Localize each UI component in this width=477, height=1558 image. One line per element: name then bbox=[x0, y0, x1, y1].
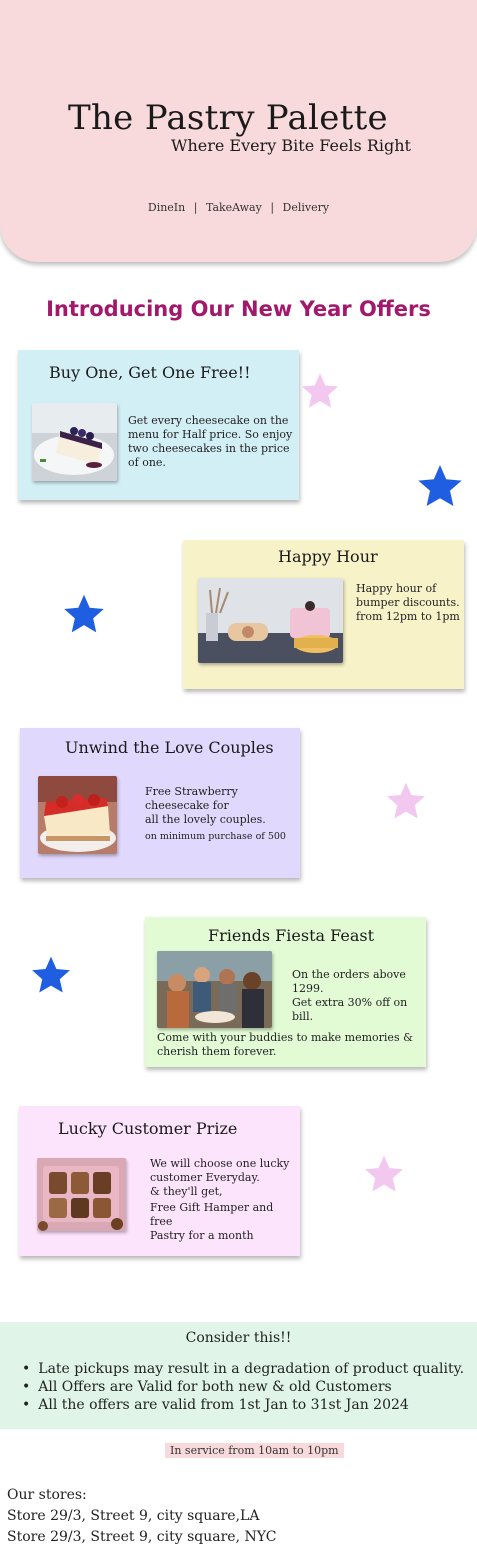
terms-heading: Consider this!! bbox=[185, 1330, 292, 1346]
service-options: DineIn | TakeAway | Delivery bbox=[0, 201, 477, 214]
offer-card-happy-hour[interactable]: Happy Hour Happy hour of bumper discount… bbox=[183, 540, 464, 689]
offer-card-couples[interactable]: Unwind the Love Couples Free Strawberry … bbox=[20, 728, 300, 878]
star-icon bbox=[363, 1153, 405, 1195]
blueberry-cheesecake-image bbox=[32, 403, 117, 481]
offers-heading: Introducing Our New Year Offers bbox=[46, 297, 431, 321]
gift-hamper-image bbox=[37, 1158, 126, 1231]
terms-item: All the offers are valid from 1st Jan to… bbox=[22, 1396, 464, 1414]
offer-title: Friends Fiesta Feast bbox=[208, 926, 375, 945]
offer-title: Buy One, Get One Free!! bbox=[49, 363, 251, 382]
offer-description: Get every cheesecake on the menu for Hal… bbox=[128, 414, 293, 469]
offer-description: Free Strawberry cheesecake for all the l… bbox=[145, 785, 266, 826]
offer-card-friends[interactable]: Friends Fiesta Feast On the orders above… bbox=[145, 917, 426, 1067]
service-separator: | bbox=[193, 201, 198, 214]
star-icon bbox=[385, 780, 427, 822]
star-icon bbox=[62, 592, 106, 636]
terms-list: Late pickups may result in a degradation… bbox=[22, 1360, 464, 1414]
offer-title: Lucky Customer Prize bbox=[58, 1119, 238, 1138]
service-hours-badge: In service from 10am to 10pm bbox=[165, 1443, 344, 1458]
offer-title: Unwind the Love Couples bbox=[65, 738, 274, 757]
offer-card-lucky-customer[interactable]: Lucky Customer Prize We will choose one … bbox=[19, 1106, 300, 1256]
service-separator: | bbox=[270, 201, 275, 214]
stores-heading: Our stores: bbox=[7, 1487, 87, 1503]
service-delivery-link[interactable]: Delivery bbox=[283, 201, 330, 214]
offer-extra-description: Come with your buddies to make memories … bbox=[157, 1031, 413, 1058]
offer-description: Happy hour of bumper discounts. from 12p… bbox=[356, 582, 460, 623]
service-dinein-link[interactable]: DineIn bbox=[148, 201, 185, 214]
store-address: Store 29/3, Street 9, city square,LA bbox=[7, 1508, 260, 1524]
star-icon bbox=[416, 462, 464, 510]
brand-tagline: Where Every Bite Feels Right bbox=[171, 136, 411, 155]
offer-description: We will choose one lucky customer Everyd… bbox=[150, 1157, 290, 1242]
header-banner: The Pastry Palette Where Every Bite Feel… bbox=[0, 0, 477, 262]
star-icon bbox=[300, 371, 340, 411]
service-takeaway-link[interactable]: TakeAway bbox=[206, 201, 262, 214]
terms-item: Late pickups may result in a degradation… bbox=[22, 1360, 464, 1378]
offer-title: Happy Hour bbox=[278, 547, 378, 566]
store-locations: Our stores: Store 29/3, Street 9, city s… bbox=[7, 1485, 276, 1548]
offer-description: On the orders above 1299. Get extra 30% … bbox=[292, 968, 408, 1023]
terms-item: All Offers are Valid for both new & old … bbox=[22, 1378, 464, 1396]
strawberry-cheesecake-image bbox=[38, 776, 117, 854]
terms-section: Consider this!! Late pickups may result … bbox=[0, 1322, 477, 1429]
store-address: Store 29/3, Street 9, city square, NYC bbox=[7, 1529, 277, 1545]
offer-card-bogo[interactable]: Buy One, Get One Free!! Get every cheese… bbox=[18, 350, 299, 500]
brand-title: The Pastry Palette bbox=[68, 98, 388, 138]
friends-dining-image bbox=[157, 951, 272, 1028]
offer-condition-note: on minimum purchase of 500 bbox=[145, 831, 286, 842]
cake-table-image bbox=[198, 578, 343, 663]
star-icon bbox=[30, 954, 72, 996]
